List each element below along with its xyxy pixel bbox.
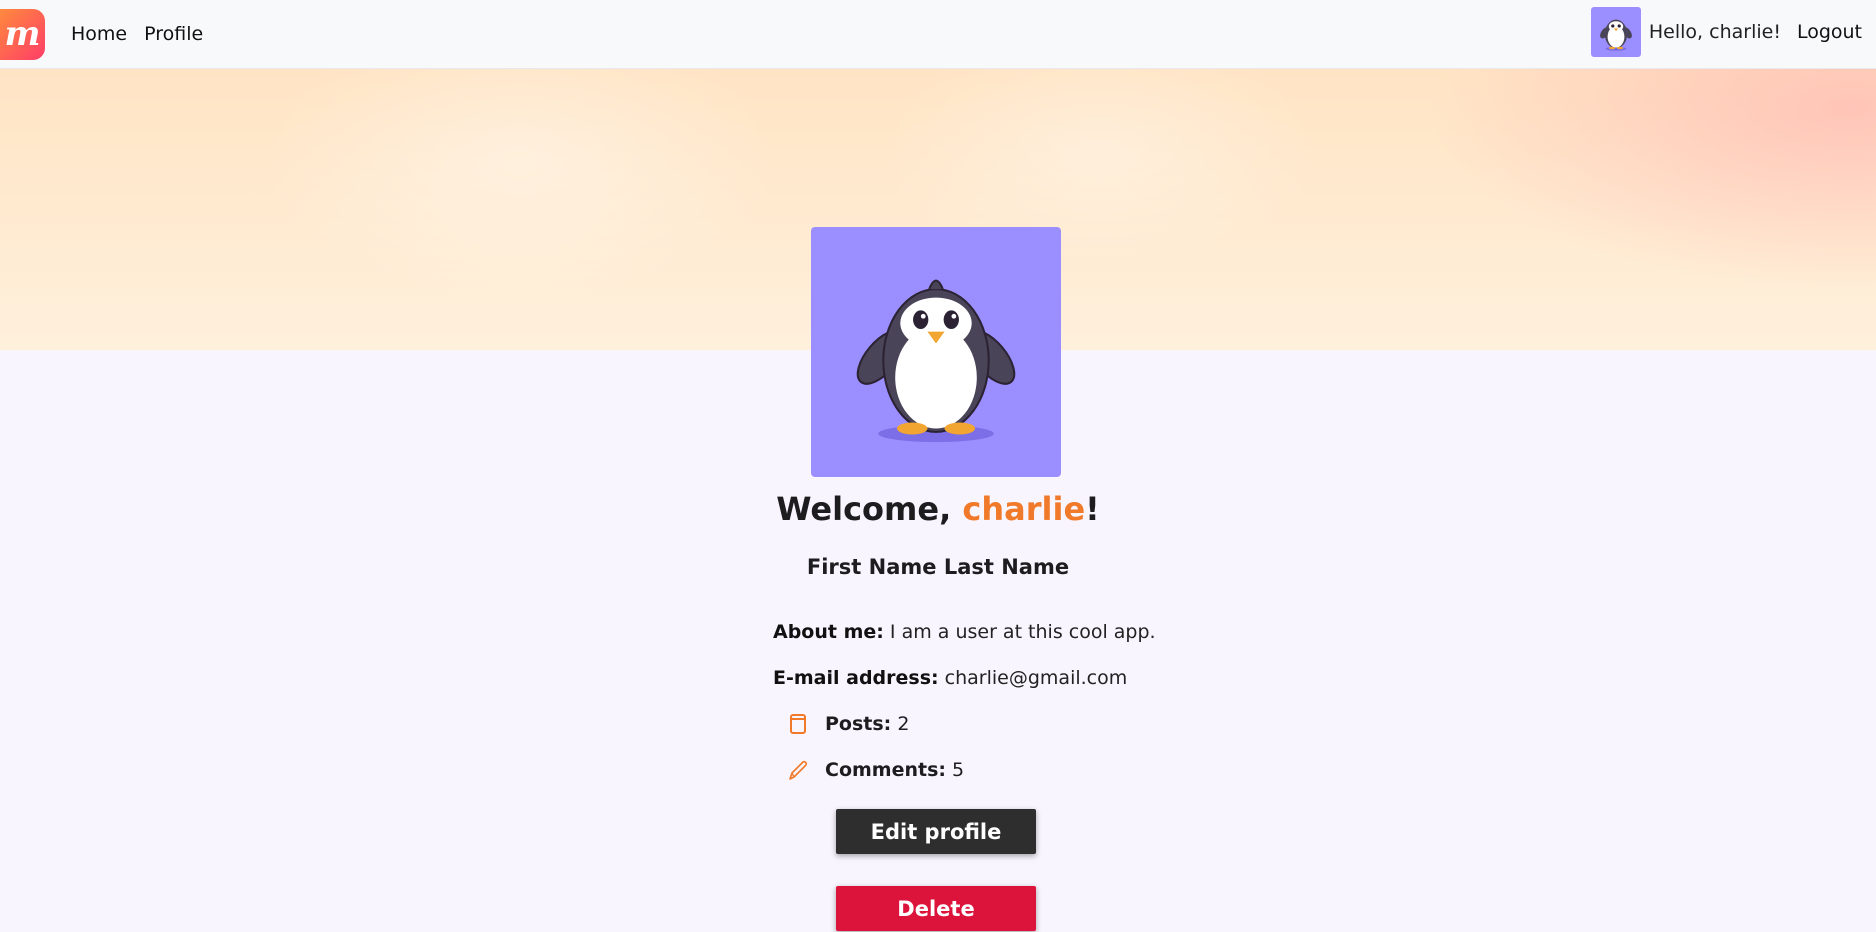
delete-button[interactable]: Delete [836, 886, 1036, 931]
user-menu: Hello, charlie! Logout [1590, 6, 1862, 57]
penguin-icon [856, 279, 1016, 443]
comments-value: 5 [952, 759, 965, 781]
nav-link-home[interactable]: Home [71, 23, 127, 45]
app-logo[interactable]: m [0, 8, 45, 60]
pencil-icon [786, 758, 810, 782]
email-value: charlie@gmail.com [944, 667, 1128, 689]
posts-value: 2 [897, 713, 910, 735]
nav-avatar[interactable] [1590, 6, 1641, 57]
email-address: E-mail address: charlie@gmail.com [773, 667, 1127, 689]
top-navbar: m Home Profile Hello, charlie! Logout [0, 0, 1876, 69]
welcome-username: charlie [962, 490, 1086, 528]
welcome-heading: Welcome, charlie! [0, 490, 1876, 528]
email-label: E-mail address: [773, 667, 939, 689]
comments-stat: Comments: 5 [786, 758, 964, 782]
posts-stat: Posts: 2 [786, 712, 909, 736]
profile-avatar [811, 227, 1061, 477]
about-value: I am a user at this cool app. [889, 621, 1156, 643]
greeting-text: Hello, charlie! [1648, 20, 1781, 43]
nav-link-profile[interactable]: Profile [144, 23, 203, 45]
welcome-prefix: Welcome, [776, 490, 963, 528]
posts-label: Posts: [825, 713, 892, 735]
full-name: First Name Last Name [806, 555, 1070, 579]
document-icon [786, 712, 810, 736]
welcome-suffix: ! [1085, 490, 1100, 528]
penguin-icon [1599, 19, 1632, 51]
edit-profile-button[interactable]: Edit profile [836, 809, 1036, 854]
logout-link[interactable]: Logout [1797, 21, 1862, 43]
about-label: About me: [773, 621, 884, 643]
about-me: About me: I am a user at this cool app. [773, 621, 1156, 643]
comments-label: Comments: [825, 759, 946, 781]
